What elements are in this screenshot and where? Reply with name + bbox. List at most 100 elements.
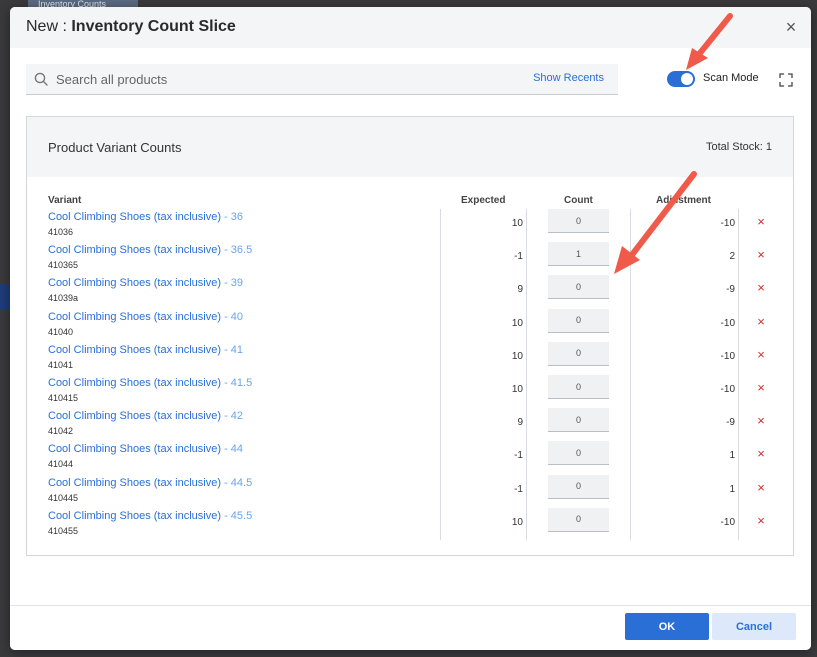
count-input[interactable] bbox=[548, 441, 609, 466]
variant-product-name: Cool Climbing Shoes (tax inclusive) bbox=[48, 410, 222, 423]
table-row: Cool Climbing Shoes (tax inclusive) - 41… bbox=[27, 341, 793, 377]
search-input[interactable] bbox=[56, 69, 496, 90]
toggle-knob bbox=[681, 73, 693, 85]
inventory-count-modal: New : Inventory Count Slice × Show Recen… bbox=[10, 7, 811, 650]
variant-product-name: Cool Climbing Shoes (tax inclusive) bbox=[48, 310, 222, 323]
expand-icon[interactable] bbox=[779, 73, 793, 87]
delete-row-icon[interactable]: × bbox=[755, 348, 767, 361]
delete-row-icon[interactable]: × bbox=[755, 514, 767, 527]
adjustment-value: -10 bbox=[720, 516, 735, 528]
variant-link[interactable]: Cool Climbing Shoes (tax inclusive) - 41… bbox=[48, 377, 252, 389]
variant-link[interactable]: Cool Climbing Shoes (tax inclusive) - 36 bbox=[48, 211, 243, 223]
variant-link[interactable]: Cool Climbing Shoes (tax inclusive) - 44… bbox=[48, 477, 252, 489]
variant-link[interactable]: Cool Climbing Shoes (tax inclusive) - 40 bbox=[48, 311, 243, 323]
count-input[interactable] bbox=[548, 209, 609, 233]
variant-link[interactable]: Cool Climbing Shoes (tax inclusive) - 36… bbox=[48, 244, 252, 256]
cancel-button[interactable]: Cancel bbox=[712, 613, 796, 640]
ok-button[interactable]: OK bbox=[625, 613, 709, 640]
variant-link[interactable]: Cool Climbing Shoes (tax inclusive) - 45… bbox=[48, 510, 252, 522]
variant-size: - 41 bbox=[221, 343, 244, 356]
modal-title-prefix: New : bbox=[26, 18, 72, 35]
variant-size: - 41.5 bbox=[221, 377, 253, 389]
column-header-expected: Expected bbox=[461, 195, 506, 206]
count-input[interactable] bbox=[548, 275, 609, 300]
search-bar: Show Recents bbox=[26, 64, 618, 95]
variant-size: - 42 bbox=[221, 410, 244, 423]
count-input[interactable] bbox=[548, 375, 609, 399]
table-row: Cool Climbing Shoes (tax inclusive) - 44… bbox=[27, 474, 793, 510]
table-row: Cool Climbing Shoes (tax inclusive) - 41… bbox=[27, 375, 793, 410]
modal-title: New : Inventory Count Slice bbox=[26, 18, 236, 36]
variant-link[interactable]: Cool Climbing Shoes (tax inclusive) - 44 bbox=[48, 443, 243, 455]
variant-product-name: Cool Climbing Shoes (tax inclusive) bbox=[48, 277, 222, 290]
search-icon bbox=[34, 72, 48, 86]
adjustment-value: 1 bbox=[729, 450, 735, 462]
adjustment-value: -10 bbox=[720, 218, 735, 229]
count-input[interactable] bbox=[548, 341, 609, 366]
table-row: Cool Climbing Shoes (tax inclusive) - 42… bbox=[27, 408, 793, 443]
count-input[interactable] bbox=[548, 507, 609, 532]
variant-link[interactable]: Cool Climbing Shoes (tax inclusive) - 41 bbox=[48, 344, 243, 356]
delete-row-icon[interactable]: × bbox=[755, 414, 767, 427]
scan-mode-toggle[interactable] bbox=[667, 71, 695, 87]
delete-row-icon[interactable]: × bbox=[755, 381, 767, 394]
scan-mode-label: Scan Mode bbox=[703, 72, 759, 84]
close-icon[interactable]: × bbox=[783, 18, 799, 36]
variant-size: - 45.5 bbox=[221, 509, 253, 522]
variant-product-name: Cool Climbing Shoes (tax inclusive) bbox=[48, 476, 222, 489]
adjustment-value: -9 bbox=[726, 284, 735, 296]
variant-link[interactable]: Cool Climbing Shoes (tax inclusive) - 39 bbox=[48, 277, 243, 289]
expected-value: 9 bbox=[517, 417, 523, 429]
count-input[interactable] bbox=[548, 474, 609, 499]
expected-value: 10 bbox=[511, 317, 523, 329]
delete-row-icon[interactable]: × bbox=[755, 315, 767, 328]
expected-value: -1 bbox=[514, 450, 523, 462]
expected-value: 10 bbox=[511, 516, 523, 528]
table-row: Cool Climbing Shoes (tax inclusive) - 36… bbox=[27, 209, 793, 244]
variant-product-name: Cool Climbing Shoes (tax inclusive) bbox=[48, 244, 222, 257]
variant-size: - 36 bbox=[221, 211, 244, 223]
variant-link[interactable]: Cool Climbing Shoes (tax inclusive) - 42 bbox=[48, 410, 243, 422]
column-header-adjustment: Adjustment bbox=[656, 195, 711, 206]
table-row: Cool Climbing Shoes (tax inclusive) - 45… bbox=[27, 507, 793, 543]
modal-header: New : Inventory Count Slice × bbox=[10, 7, 811, 48]
delete-row-icon[interactable]: × bbox=[755, 481, 767, 494]
table-row: Cool Climbing Shoes (tax inclusive) - 36… bbox=[27, 242, 793, 277]
variant-size: - 44 bbox=[221, 443, 244, 456]
variant-product-name: Cool Climbing Shoes (tax inclusive) bbox=[48, 377, 222, 389]
adjustment-value: -10 bbox=[720, 317, 735, 329]
expected-value: -1 bbox=[514, 251, 523, 263]
modal-title-main: Inventory Count Slice bbox=[71, 18, 236, 35]
expected-value: 10 bbox=[511, 350, 523, 362]
adjustment-value: 1 bbox=[729, 483, 735, 495]
adjustment-value: -10 bbox=[720, 384, 735, 395]
delete-row-icon[interactable]: × bbox=[755, 447, 767, 460]
variant-sku: 410445 bbox=[48, 492, 79, 503]
show-recents-link[interactable]: Show Recents bbox=[533, 72, 604, 84]
variant-product-name: Cool Climbing Shoes (tax inclusive) bbox=[48, 509, 222, 522]
adjustment-value: -10 bbox=[720, 350, 735, 362]
variant-size: - 39 bbox=[221, 277, 244, 290]
adjustment-value: 2 bbox=[729, 251, 735, 263]
variant-product-name: Cool Climbing Shoes (tax inclusive) bbox=[48, 211, 222, 223]
count-input[interactable] bbox=[548, 408, 609, 433]
column-header-variant: Variant bbox=[48, 195, 82, 206]
modal-footer: OK Cancel bbox=[10, 605, 811, 650]
delete-row-icon[interactable]: × bbox=[755, 248, 767, 261]
delete-row-icon[interactable]: × bbox=[755, 281, 767, 294]
expected-value: 9 bbox=[517, 284, 523, 296]
panel-header: Product Variant Counts Total Stock: 1 bbox=[27, 117, 793, 177]
column-header-count: Count bbox=[564, 195, 593, 206]
delete-row-icon[interactable]: × bbox=[755, 215, 767, 228]
count-input[interactable] bbox=[548, 308, 609, 333]
variant-sku: 41036 bbox=[48, 227, 74, 237]
variant-sku: 41039a bbox=[48, 293, 79, 304]
variant-size: - 44.5 bbox=[221, 476, 253, 489]
count-input[interactable] bbox=[548, 242, 609, 267]
table-row: Cool Climbing Shoes (tax inclusive) - 39… bbox=[27, 275, 793, 310]
variant-size: - 40 bbox=[221, 310, 244, 323]
total-stock: Total Stock: 1 bbox=[705, 141, 772, 153]
variant-product-name: Cool Climbing Shoes (tax inclusive) bbox=[48, 443, 222, 456]
table-row: Cool Climbing Shoes (tax inclusive) - 40… bbox=[27, 308, 793, 344]
variant-sku: 41044 bbox=[48, 459, 74, 470]
